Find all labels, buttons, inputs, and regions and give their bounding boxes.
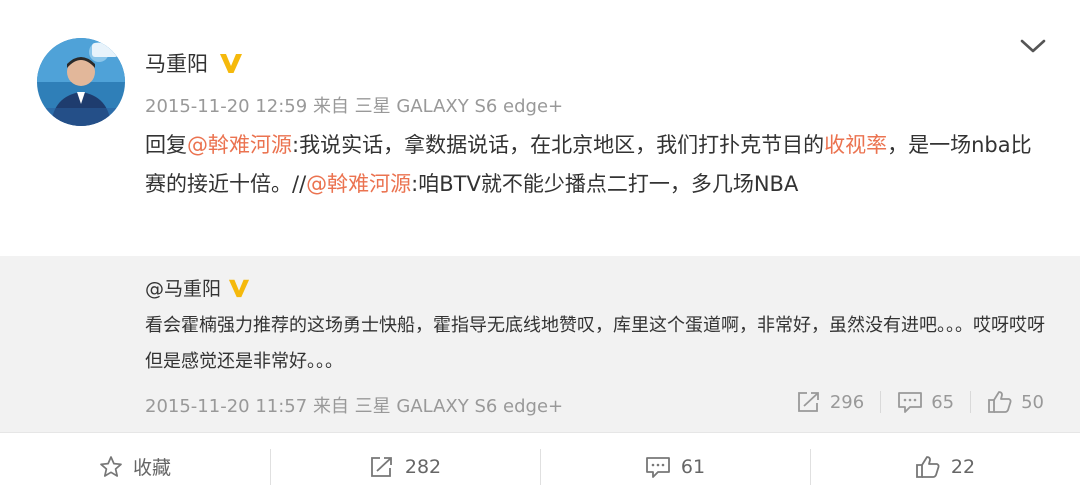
keyword-link[interactable]: 收视率 xyxy=(824,133,887,157)
quoted-timestamp[interactable]: 2015-11-20 11:57 xyxy=(145,396,307,417)
star-icon xyxy=(100,455,122,477)
quoted-actions: 296 65 50 xyxy=(796,390,1044,414)
favorite-button[interactable]: 收藏 xyxy=(0,433,270,500)
mention-link[interactable]: @斡难河源 xyxy=(306,172,411,196)
quoted-text: 看会霍楠强力推荐的这场勇士快船，霍指导无底线地赞叹，库里这个蛋道啊，非常好，虽然… xyxy=(145,315,1045,372)
repost-icon xyxy=(797,392,819,412)
like-icon xyxy=(916,455,940,478)
avatar-image xyxy=(37,38,125,126)
quoted-like-button[interactable]: 50 xyxy=(987,390,1044,414)
reply-prefix: 回复 xyxy=(145,133,187,157)
divider xyxy=(970,391,972,413)
action-bar: 收藏 282 61 22 xyxy=(0,432,1080,500)
comment-count: 61 xyxy=(680,455,706,478)
chevron-down-icon[interactable] xyxy=(1018,36,1048,56)
verified-v-icon xyxy=(220,54,242,73)
quoted-meta: 2015-11-20 11:57 来自 三星 GALAXY S6 edge+ xyxy=(145,392,563,418)
like-count: 22 xyxy=(950,455,976,478)
quoted-comment-button[interactable]: 65 xyxy=(897,390,954,414)
quoted-author-line: @马重阳 xyxy=(145,274,251,301)
quoted-repost-count: 296 xyxy=(829,391,865,413)
like-button[interactable]: 22 xyxy=(810,433,1080,500)
repost-count: 282 xyxy=(404,455,442,478)
author-line: 马重阳 xyxy=(145,48,244,78)
post-timestamp[interactable]: 2015-11-20 12:59 xyxy=(145,96,307,117)
avatar[interactable] xyxy=(37,38,125,126)
quoted-source: 来自 三星 GALAXY S6 edge+ xyxy=(312,396,564,417)
post-source: 来自 三星 GALAXY S6 edge+ xyxy=(312,96,564,117)
like-icon xyxy=(988,391,1012,413)
quoted-repost-button[interactable]: 296 xyxy=(796,390,864,414)
divider xyxy=(880,391,882,413)
comment-icon xyxy=(646,456,670,478)
verified-v-icon xyxy=(228,279,250,297)
comment-icon xyxy=(898,392,923,413)
quoted-like-count: 50 xyxy=(1021,391,1044,413)
post-text-part: :我说实话，拿数据说话，在北京地区，我们打扑克节目的 xyxy=(292,133,825,157)
repost-icon xyxy=(370,456,392,477)
favorite-label: 收藏 xyxy=(132,457,171,479)
post-text: 回复@斡难河源:我说实话，拿数据说话，在北京地区，我们打扑克节目的收视率，是一场… xyxy=(145,126,1045,204)
repost-button[interactable]: 282 xyxy=(270,433,540,500)
quoted-post[interactable]: @马重阳 看会霍楠强力推荐的这场勇士快船，霍指导无底线地赞叹，库里这个蛋道啊，非… xyxy=(0,256,1080,432)
comment-button[interactable]: 61 xyxy=(540,433,810,500)
author-name[interactable]: 马重阳 xyxy=(145,48,208,78)
post-text-part: :咱BTV就不能少播点二打一，多几场NBA xyxy=(411,172,799,196)
quoted-comment-count: 65 xyxy=(931,391,955,413)
quoted-author-name[interactable]: @马重阳 xyxy=(145,274,221,301)
mention-link[interactable]: @斡难河源 xyxy=(187,133,292,157)
post-meta: 2015-11-20 12:59 来自 三星 GALAXY S6 edge+ xyxy=(145,92,563,118)
